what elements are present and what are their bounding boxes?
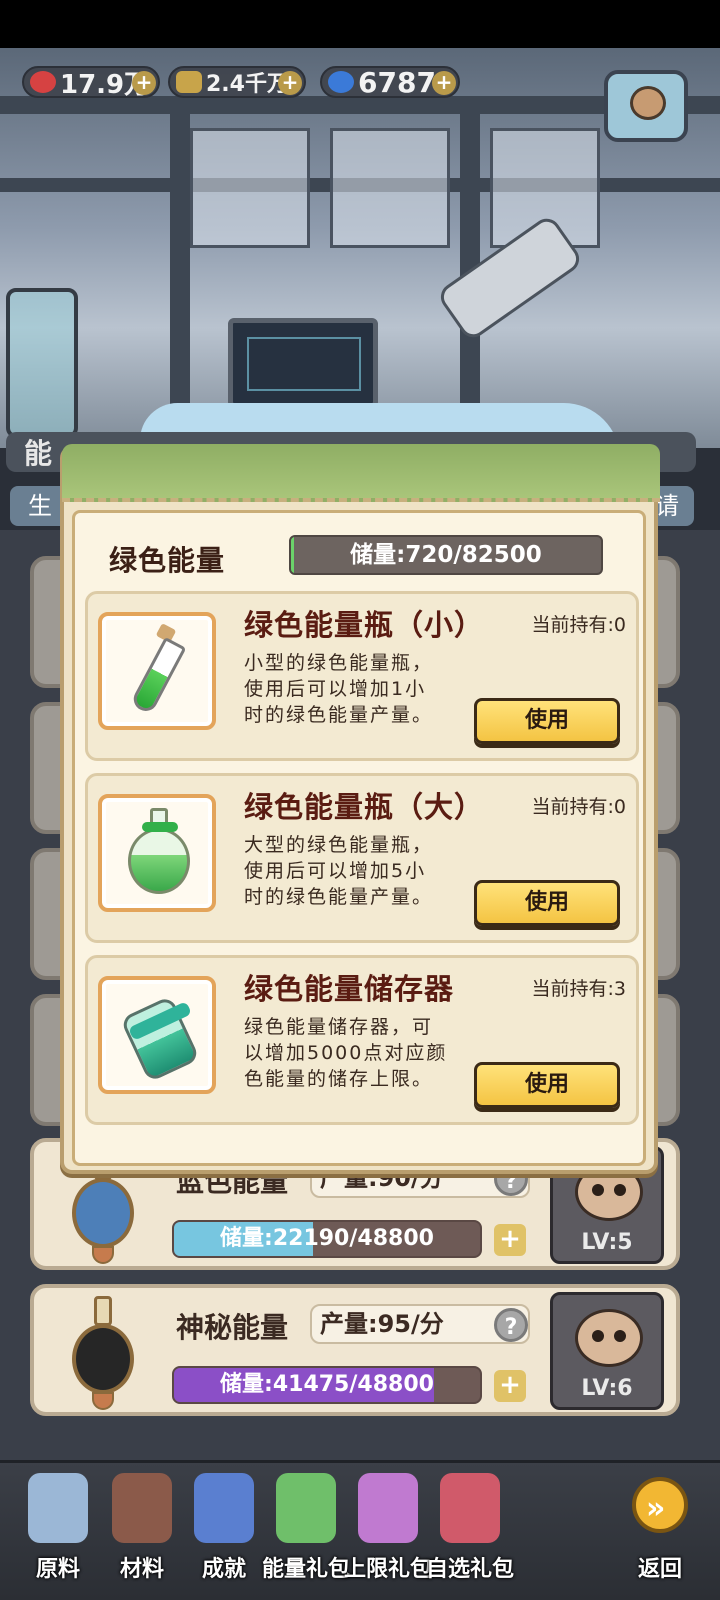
arrow-icon: »	[646, 1491, 666, 1526]
use-button[interactable]: 使用	[474, 1062, 620, 1108]
gold-icon	[176, 71, 202, 93]
add-gold-button[interactable]: +	[278, 71, 302, 95]
desc-line: 以增加5000点对应颜	[244, 1042, 448, 1064]
cat-face-icon	[575, 1309, 643, 1367]
desc-line: 使用后可以增加1小	[244, 678, 427, 700]
currency-gems[interactable]: 6787 +	[320, 65, 460, 99]
cat-face-icon	[630, 86, 666, 120]
worker-level: LV:6	[581, 1376, 633, 1401]
nav-limit-pack[interactable]: 上限礼包	[344, 1473, 432, 1589]
worker-level: LV:5	[581, 1230, 633, 1255]
item-description: 大型的绿色能量瓶， 使用后可以增加5小 时的绿色能量产量。	[244, 832, 464, 910]
modal-content: 绿色能量 储量:720/82500 绿色能量瓶（小） 当前持有:0 小型的绿色能…	[72, 510, 646, 1166]
nav-label: 自选礼包	[425, 1557, 514, 1582]
item-name: 绿色能量瓶（大）	[244, 790, 485, 824]
item-small-bottle: 绿色能量瓶（小） 当前持有:0 小型的绿色能量瓶， 使用后可以增加1小 时的绿色…	[85, 591, 639, 761]
item-thumbnail	[98, 976, 216, 1094]
heart-icon	[30, 71, 56, 93]
modal-title: 绿色能量	[109, 544, 226, 577]
currency-value: 2.4千万	[206, 72, 289, 97]
storage-bar: 储量:41475/48800	[172, 1366, 482, 1404]
currency-gold[interactable]: 2.4千万 +	[168, 66, 306, 98]
help-icon[interactable]: ?	[494, 1308, 528, 1342]
profile-avatar[interactable]	[604, 70, 688, 142]
cat-worker-card[interactable]: LV:6	[550, 1292, 664, 1410]
energy-item-modal: 绿色能量 储量:720/82500 绿色能量瓶（小） 当前持有:0 小型的绿色能…	[60, 444, 660, 1174]
panel-title: 能	[24, 437, 53, 470]
nav-choice-pack[interactable]: 自选礼包	[426, 1473, 514, 1589]
item-name: 绿色能量储存器	[244, 972, 455, 1006]
item-holding: 当前持有:3	[531, 978, 627, 1000]
storage-text: 储量:22190/48800	[220, 1226, 434, 1251]
storage-text: 储量:720/82500	[350, 542, 542, 568]
energy-name: 神秘能量	[176, 1311, 289, 1344]
item-holding: 当前持有:0	[531, 796, 627, 818]
nav-energy-pack[interactable]: 能量礼包	[262, 1473, 350, 1589]
item-large-bottle: 绿色能量瓶（大） 当前持有:0 大型的绿色能量瓶， 使用后可以增加5小 时的绿色…	[85, 773, 639, 943]
storage-bar: 储量:22190/48800	[172, 1220, 482, 1258]
desc-line: 大型的绿色能量瓶，	[244, 834, 434, 856]
energy-pack-icon	[276, 1473, 336, 1543]
add-storage-button[interactable]: +	[494, 1370, 526, 1402]
achievement-badge-icon	[194, 1473, 254, 1543]
use-button[interactable]: 使用	[474, 698, 620, 744]
energy-card-mystery: 神秘能量 产量:95/分 ? 储量:41475/48800 + LV:6	[30, 1284, 680, 1416]
grass-header	[62, 444, 660, 502]
nav-achievements[interactable]: 成就	[184, 1473, 264, 1589]
item-thumbnail	[98, 794, 216, 912]
desc-line: 小型的绿色能量瓶，	[244, 652, 434, 674]
mystery-energy-bottle-icon	[62, 1296, 142, 1410]
choice-pack-icon	[440, 1473, 500, 1543]
nav-label: 返回	[637, 1557, 682, 1582]
item-description: 绿色能量储存器，可 以增加5000点对应颜 色能量的储存上限。	[244, 1014, 464, 1092]
currency-value: 6787	[358, 65, 436, 99]
tab-label: 生	[28, 492, 52, 520]
desc-line: 时的绿色能量产量。	[244, 886, 434, 908]
small-vial-icon	[129, 636, 187, 716]
green-storage-bar: 储量:720/82500	[289, 535, 603, 575]
nav-materials[interactable]: 材料	[102, 1473, 182, 1589]
large-flask-icon	[128, 828, 190, 894]
item-name: 绿色能量瓶（小）	[244, 608, 485, 642]
back-button[interactable]: » 返回	[620, 1473, 700, 1589]
currency-hearts[interactable]: 17.9万 +	[22, 66, 160, 100]
storage-text: 储量:41475/48800	[220, 1372, 434, 1397]
ingredient-bottle-icon	[28, 1473, 88, 1543]
use-button[interactable]: 使用	[474, 880, 620, 926]
add-gems-button[interactable]: +	[432, 71, 456, 95]
item-storage-canister: 绿色能量储存器 当前持有:3 绿色能量储存器，可 以增加5000点对应颜 色能量…	[85, 955, 639, 1125]
limit-pack-icon	[358, 1473, 418, 1543]
desc-line: 时的绿色能量产量。	[244, 704, 434, 726]
item-description: 小型的绿色能量瓶， 使用后可以增加1小 时的绿色能量产量。	[244, 650, 464, 728]
mortar-icon	[112, 1473, 172, 1543]
item-holding: 当前持有:0	[531, 614, 627, 636]
add-storage-button[interactable]: +	[494, 1224, 526, 1256]
desc-line: 色能量的储存上限。	[244, 1068, 434, 1090]
nav-ingredients[interactable]: 原料	[18, 1473, 98, 1589]
desc-line: 绿色能量储存器，可	[244, 1016, 434, 1038]
item-thumbnail	[98, 612, 216, 730]
add-hearts-button[interactable]: +	[132, 71, 156, 95]
bottom-nav: 原料 材料 成就 能量礼包 上限礼包 自选礼包 » 返回	[0, 1460, 720, 1600]
desc-line: 使用后可以增加5小	[244, 860, 427, 882]
status-bar	[0, 0, 720, 48]
gem-icon	[328, 71, 354, 93]
